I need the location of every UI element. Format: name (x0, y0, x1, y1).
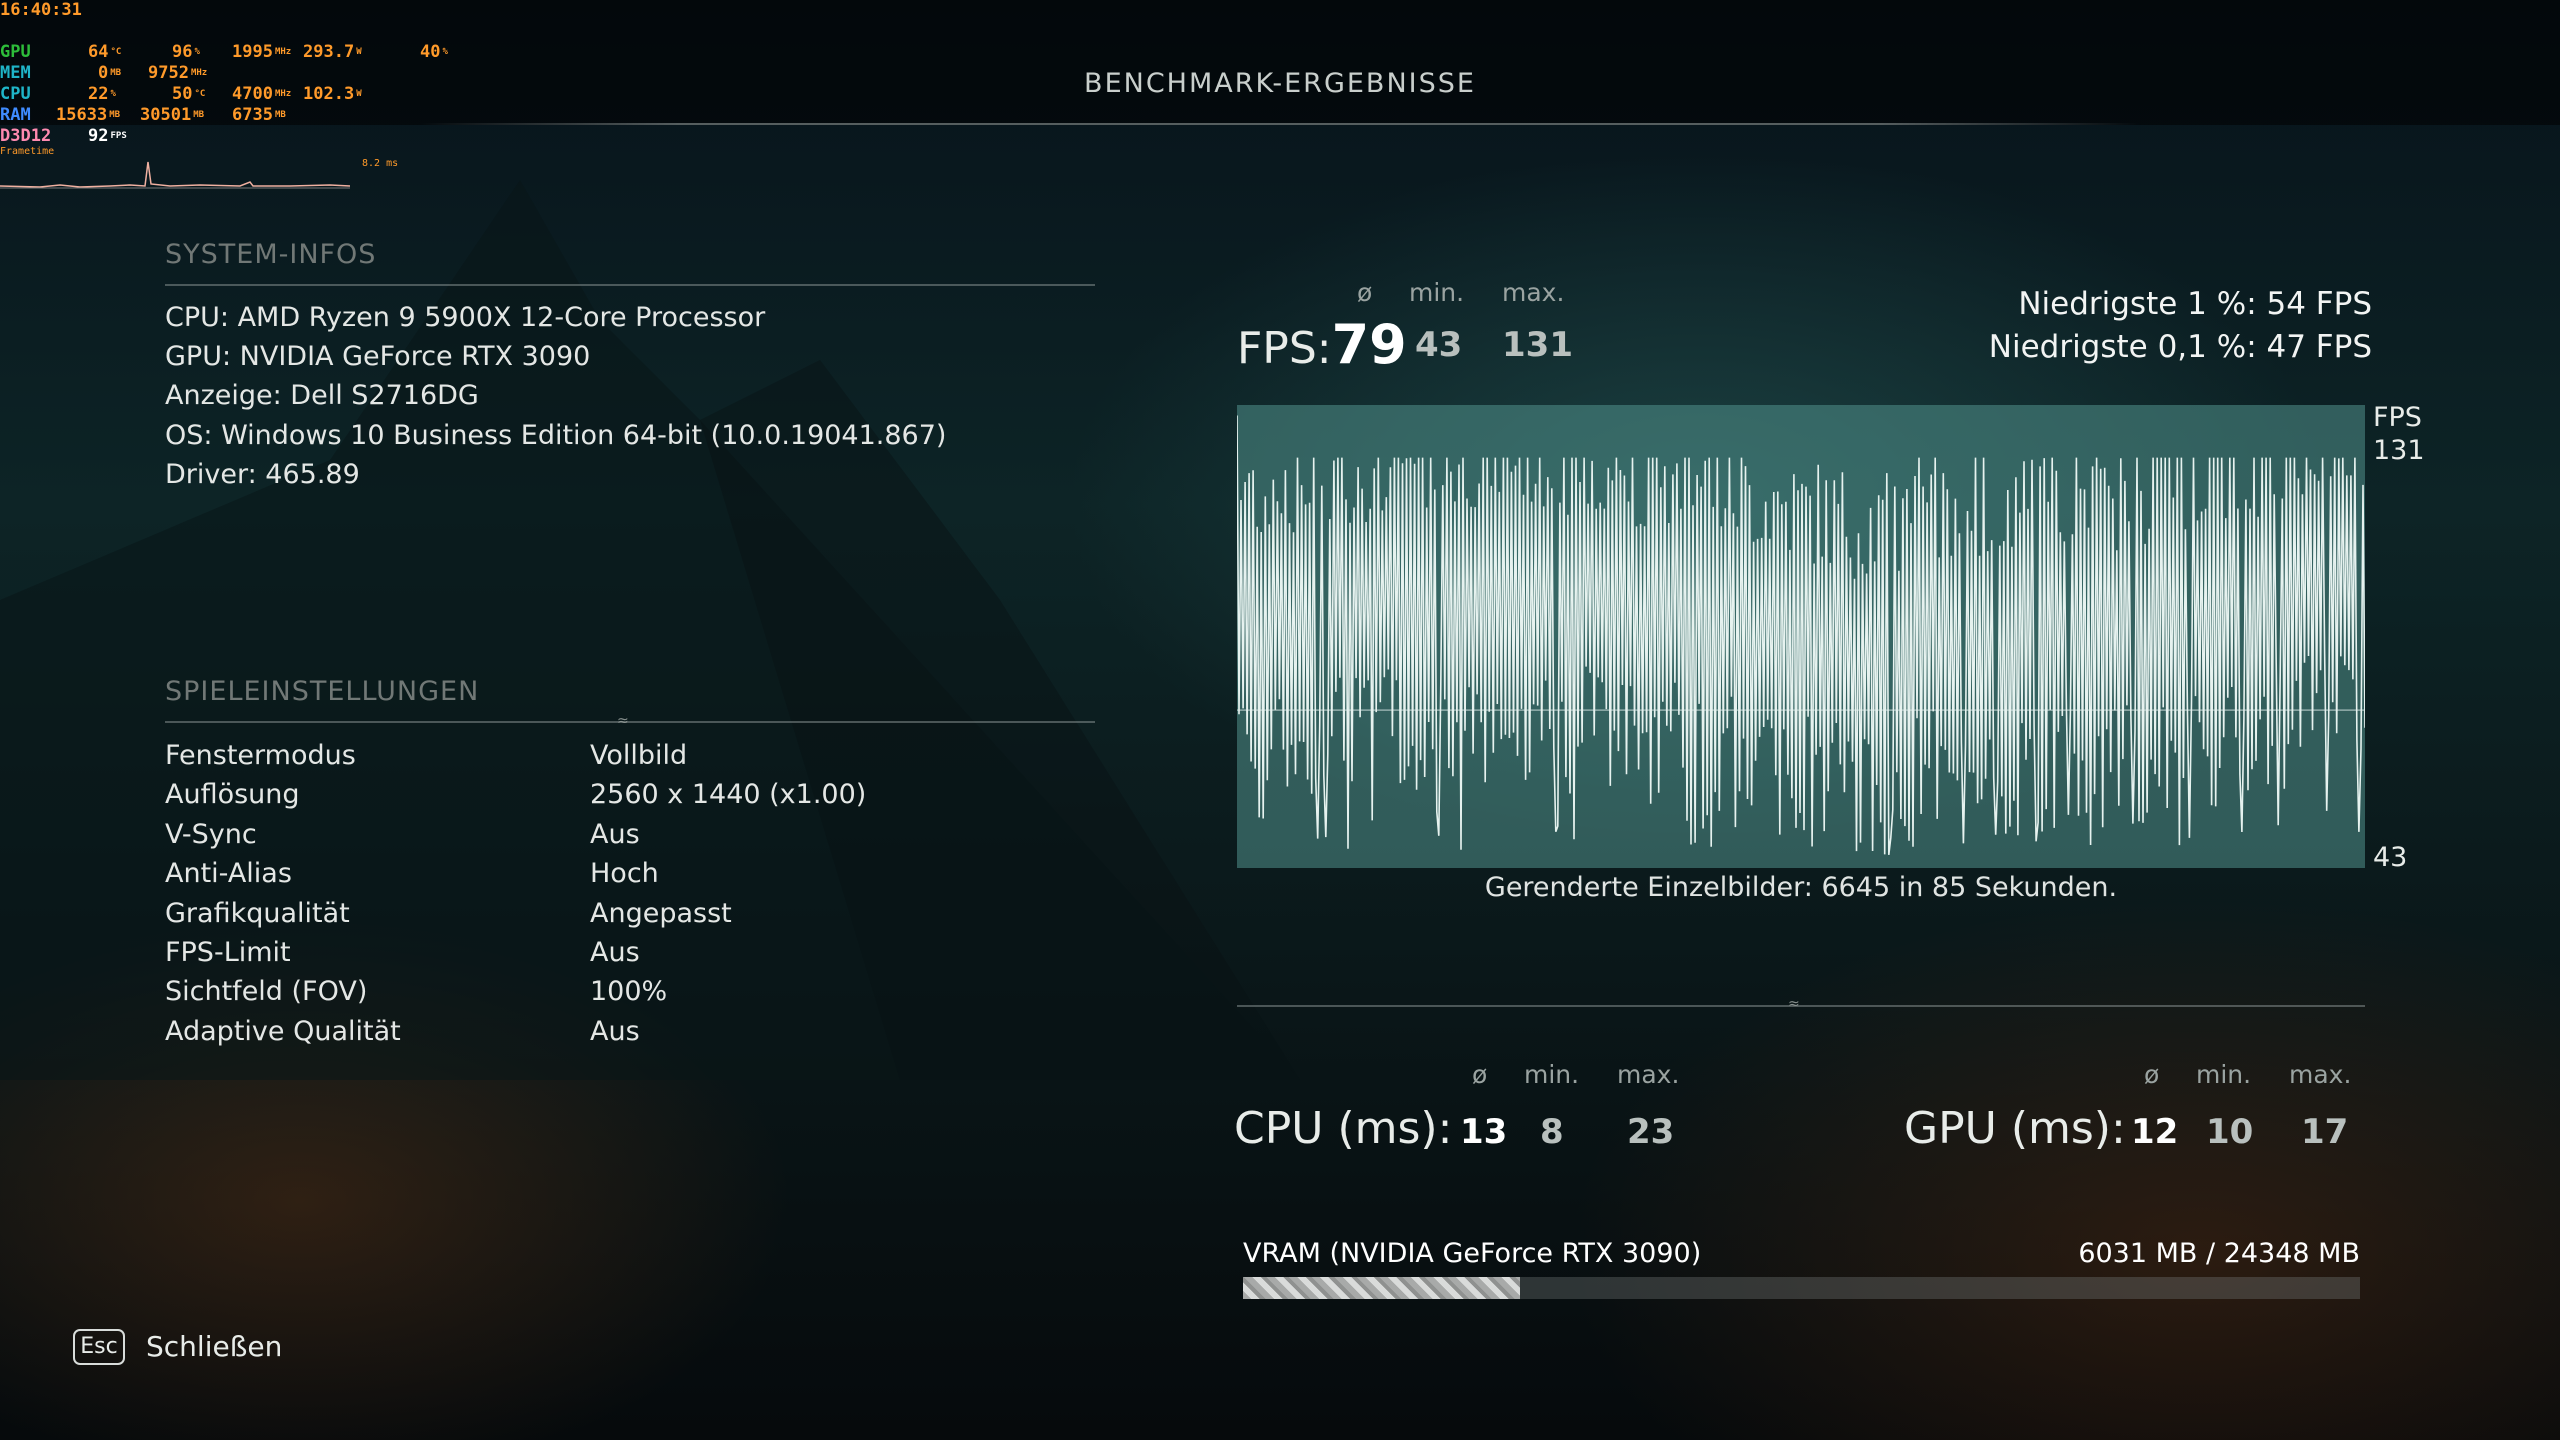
system-info-display: Anzeige: Dell S2716DG (165, 380, 479, 411)
setting-label: V-Sync (165, 818, 257, 850)
divider-ornament-icon: ≈ (1788, 996, 1800, 1012)
fps-max-value: 131 (1502, 325, 1573, 365)
setting-value: 100% (590, 976, 668, 1008)
system-info-cpu: CPU: AMD Ryzen 9 5900X 12-Core Processor (165, 302, 766, 333)
setting-label: Auflösung (165, 779, 300, 811)
fps-avg-label: ø (1357, 278, 1373, 307)
chart-y-axis-label: FPS (2373, 402, 2422, 433)
overlay-time: 16:40:31 (0, 0, 82, 20)
divider-ornament-icon: ≈ (617, 713, 629, 729)
stats-divider (1237, 1005, 2365, 1007)
frametime-graph (0, 161, 351, 189)
setting-value: Vollbild (590, 740, 688, 771)
cpu-min-label: min. (1524, 1060, 1580, 1089)
setting-value: Aus (590, 818, 640, 850)
gpu-min-value: 10 (2206, 1112, 2254, 1152)
system-info-divider (165, 284, 1095, 286)
setting-value: Hoch (590, 858, 659, 890)
system-info-os: OS: Windows 10 Business Edition 64-bit (… (165, 420, 947, 451)
game-settings-heading: SPIELEINSTELLUNGEN (165, 676, 480, 707)
cpu-avg-value: 13 (1460, 1112, 1508, 1152)
fps-low-1-percent: Niedrigste 1 %: 54 FPS (2018, 286, 2372, 322)
gpu-avg-label: ø (2144, 1060, 2160, 1089)
fps-summary: FPS:79 (1237, 313, 1407, 376)
top-bar (0, 0, 2560, 125)
overlay-frametime-label: Frametime (0, 146, 55, 157)
page-title: BENCHMARK-ERGEBNISSE (1084, 68, 1476, 99)
gpu-avg-value: 12 (2131, 1112, 2179, 1152)
system-info-gpu: GPU: NVIDIA GeForce RTX 3090 (165, 341, 591, 372)
gpu-max-label: max. (2289, 1060, 2352, 1089)
gpu-max-value: 17 (2301, 1112, 2349, 1152)
close-button[interactable]: Schließen (146, 1330, 282, 1363)
cpu-ms-label: CPU (ms): (1234, 1103, 1453, 1154)
chart-y-tick-max: 131 (2373, 435, 2425, 466)
vram-bar (1243, 1277, 2360, 1299)
fps-avg-value: 79 (1331, 313, 1407, 376)
setting-label: Adaptive Qualität (165, 1015, 401, 1047)
fps-min-value: 43 (1415, 325, 1463, 365)
cpu-min-value: 8 (1540, 1112, 1564, 1152)
top-bar-divider (420, 123, 2140, 125)
system-info-driver: Driver: 465.89 (165, 459, 360, 490)
vram-usage: 6031 MB / 24348 MB (2078, 1238, 2360, 1269)
esc-key-icon[interactable]: Esc (73, 1329, 125, 1365)
setting-value: Angepasst (590, 897, 732, 929)
fps-label: FPS: (1237, 323, 1332, 374)
vram-label: VRAM (NVIDIA GeForce RTX 3090) (1243, 1238, 1702, 1269)
setting-label: FPS-Limit (165, 937, 291, 968)
chart-y-tick-min: 43 (2373, 842, 2408, 873)
system-info-heading: SYSTEM-INFOS (165, 239, 377, 270)
setting-value: Aus (590, 1015, 640, 1047)
setting-value: Aus (590, 937, 640, 968)
chart-caption: Gerenderte Einzelbilder: 6645 in 85 Seku… (1484, 872, 2118, 903)
gpu-min-label: min. (2196, 1060, 2252, 1089)
fps-chart (1237, 405, 2365, 868)
game-settings-divider (165, 721, 1095, 723)
fps-series-line (1237, 415, 2365, 855)
overlay-frametime-value: 8.2 ms (362, 158, 399, 169)
fps-max-label: max. (1502, 278, 1565, 307)
fps-chart-svg (1237, 415, 2365, 855)
setting-label: Anti-Alias (165, 858, 292, 890)
cpu-max-label: max. (1617, 1060, 1680, 1089)
gpu-ms-label: GPU (ms): (1904, 1103, 2126, 1154)
setting-label: Grafikqualität (165, 897, 350, 929)
vram-bar-fill (1243, 1277, 1520, 1299)
setting-value: 2560 x 1440 (x1.00) (590, 779, 867, 811)
setting-label: Fenstermodus (165, 740, 356, 771)
setting-label: Sichtfeld (FOV) (165, 976, 368, 1008)
cpu-avg-label: ø (1472, 1060, 1488, 1089)
fps-min-label: min. (1409, 278, 1465, 307)
fps-low-01-percent: Niedrigste 0,1 %: 47 FPS (1988, 329, 2372, 365)
cpu-max-value: 23 (1627, 1112, 1675, 1152)
